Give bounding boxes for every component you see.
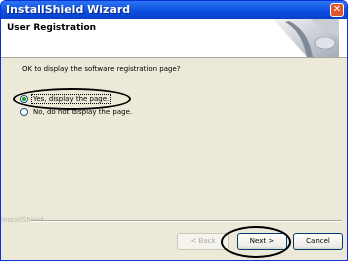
footer-divider — [31, 220, 342, 222]
window-title: InstallShield Wizard — [6, 3, 131, 16]
highlight-circle-next — [221, 226, 291, 258]
radio-button-icon[interactable] — [20, 108, 28, 116]
installshield-wizard-window: InstallShield Wizard ✕ User Registration… — [0, 0, 348, 261]
wizard-footer: InstallShield < Back Next > Cancel — [1, 213, 347, 260]
wizard-body: OK to display the software registration … — [1, 58, 347, 221]
highlight-circle-yes — [13, 88, 131, 110]
computer-disk-icon — [273, 19, 339, 57]
cancel-button[interactable]: Cancel — [293, 233, 343, 250]
wizard-header: User Registration — [1, 19, 347, 58]
close-button[interactable]: ✕ — [330, 3, 344, 17]
page-title: User Registration — [7, 23, 97, 33]
close-icon: ✕ — [332, 4, 342, 15]
title-bar[interactable]: InstallShield Wizard ✕ — [1, 1, 347, 19]
registration-prompt: OK to display the software registration … — [22, 65, 181, 73]
